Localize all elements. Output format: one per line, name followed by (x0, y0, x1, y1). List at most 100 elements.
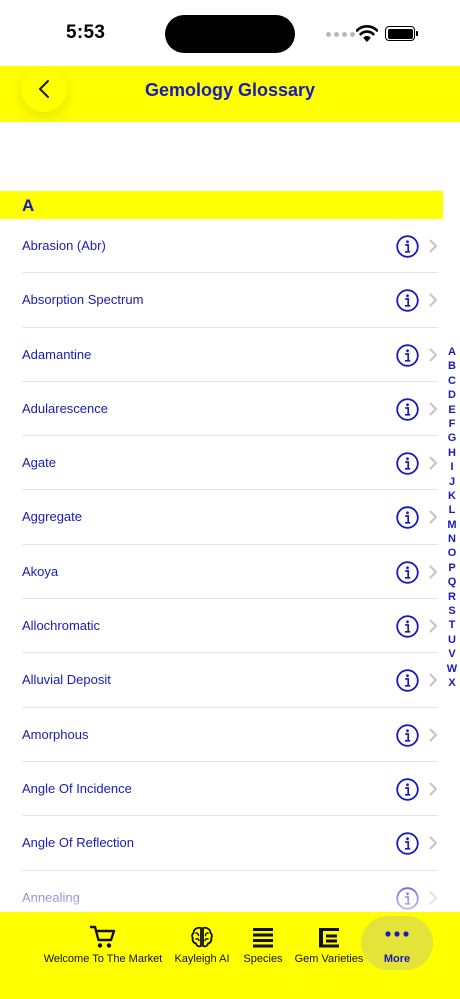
info-icon[interactable] (396, 886, 419, 910)
index-letter[interactable]: V (444, 647, 460, 661)
info-icon[interactable] (396, 343, 419, 367)
index-letter[interactable]: A (444, 345, 460, 359)
index-letter[interactable]: R (444, 590, 460, 604)
glossary-row[interactable]: Adamantine (0, 328, 443, 382)
list-icon (253, 928, 273, 948)
index-letter[interactable]: U (444, 633, 460, 647)
cart-icon (90, 925, 116, 948)
glossary-row[interactable]: Agate (0, 436, 443, 491)
info-icon[interactable] (396, 452, 419, 475)
glossary-row[interactable]: Aggregate (0, 490, 443, 545)
index-letter[interactable]: W (444, 662, 460, 676)
cellular-signal-icon (326, 32, 355, 37)
index-letter[interactable]: O (444, 546, 460, 560)
ellipsis-icon (385, 931, 409, 937)
info-icon[interactable] (396, 398, 419, 421)
navigation-bar: Gemology Glossary (0, 66, 460, 122)
index-letter[interactable]: T (444, 618, 460, 632)
info-icon[interactable] (396, 289, 419, 312)
chevron-right-icon (429, 510, 437, 524)
index-letter[interactable]: P (444, 561, 460, 575)
chevron-right-icon (429, 673, 437, 687)
chevron-right-icon (429, 456, 437, 470)
index-letter[interactable]: E (444, 403, 460, 417)
chevron-right-icon (429, 728, 437, 742)
glossary-row[interactable]: Akoya (0, 545, 443, 600)
index-letter[interactable]: S (444, 604, 460, 618)
info-icon[interactable] (396, 723, 419, 747)
glossary-row[interactable]: Absorption Spectrum (0, 273, 443, 328)
info-icon[interactable] (396, 235, 419, 258)
info-icon[interactable] (396, 615, 419, 638)
glossary-row[interactable]: Amorphous (0, 708, 443, 762)
chevron-right-icon (429, 619, 437, 633)
info-icon[interactable] (396, 669, 419, 693)
page-title: Gemology Glossary (144, 80, 316, 100)
glossary-row[interactable]: Angle Of Incidence (0, 762, 443, 817)
glossary-row[interactable]: Adularescence (0, 382, 443, 437)
wifi-icon (356, 25, 378, 42)
tab-species[interactable]: Species (236, 912, 290, 972)
info-icon[interactable] (396, 506, 419, 530)
chevron-right-icon (429, 239, 437, 253)
text-format-icon (319, 928, 339, 948)
index-letter[interactable]: F (444, 417, 460, 431)
index-letter[interactable]: I (444, 460, 460, 474)
glossary-term: Annealing (22, 889, 80, 905)
status-time: 5:53 (66, 22, 106, 43)
glossary-term: Adamantine (22, 346, 92, 362)
glossary-row[interactable]: Abrasion (Abr) (0, 219, 443, 274)
glossary-list: Abrasion (Abr) Absorption Spectrum Adamant… (0, 219, 443, 912)
tab-welcome-to-the-market[interactable]: Welcome To The Market (38, 912, 168, 972)
tab-kayleigh-ai[interactable]: Kayleigh AI (170, 912, 234, 972)
tab-label: Gem Varieties (294, 953, 364, 965)
glossary-term: Allochromatic (22, 618, 101, 634)
index-letter[interactable]: N (444, 532, 460, 546)
tab-more[interactable]: More (361, 912, 433, 972)
index-letter[interactable]: L (444, 503, 460, 517)
chevron-right-icon (429, 891, 437, 905)
chevron-right-icon (429, 402, 437, 416)
index-letter[interactable]: C (444, 374, 460, 388)
tab-label: Kayleigh AI (174, 953, 230, 965)
index-letter[interactable]: Q (444, 575, 460, 589)
glossary-row[interactable]: Alluvial Deposit (0, 653, 443, 708)
battery-icon (385, 26, 415, 41)
section-header: A (0, 191, 443, 219)
alphabet-index[interactable]: ABCDEFGHIJKLMNOPQRSTUVWX (444, 345, 460, 690)
chevron-right-icon (429, 348, 437, 362)
glossary-row[interactable]: Angle Of Reflection (0, 816, 443, 871)
glossary-row[interactable]: Annealing (0, 871, 443, 912)
chevron-right-icon (429, 836, 437, 850)
info-icon[interactable] (396, 778, 419, 801)
index-letter[interactable]: H (444, 446, 460, 460)
glossary-term: Angle Of Incidence (22, 780, 132, 796)
index-letter[interactable]: K (444, 489, 460, 503)
glossary-term: Adularescence (22, 400, 108, 416)
index-letter[interactable]: G (444, 431, 460, 445)
index-letter[interactable]: J (444, 475, 460, 489)
index-letter[interactable]: M (444, 518, 460, 532)
index-letter[interactable]: X (444, 676, 460, 690)
glossary-term: Amorphous (22, 726, 89, 742)
glossary-row[interactable]: Allochromatic (0, 599, 443, 654)
chevron-right-icon (429, 565, 437, 579)
tab-label: Welcome To The Market (43, 953, 163, 965)
brain-icon (191, 926, 213, 948)
glossary-term: Agate (22, 455, 56, 471)
battery-nub (416, 31, 418, 36)
tab-bar: Welcome To The Market Kayleigh AI Specie… (0, 912, 460, 999)
tab-label: More (383, 953, 411, 965)
tab-label: Species (243, 953, 283, 965)
tab-gem-varieties[interactable]: Gem Varieties (292, 912, 366, 972)
info-icon[interactable] (396, 832, 419, 855)
info-icon[interactable] (396, 561, 419, 584)
glossary-term: Akoya (22, 563, 59, 579)
glossary-term: Angle Of Reflection (22, 835, 135, 851)
index-letter[interactable]: D (444, 388, 460, 402)
status-bar: 5:53 (0, 0, 460, 66)
glossary-term: Absorption Spectrum (22, 292, 144, 308)
chevron-right-icon (429, 293, 437, 307)
index-letter[interactable]: B (444, 359, 460, 373)
glossary-term: Abrasion (Abr) (22, 238, 106, 253)
